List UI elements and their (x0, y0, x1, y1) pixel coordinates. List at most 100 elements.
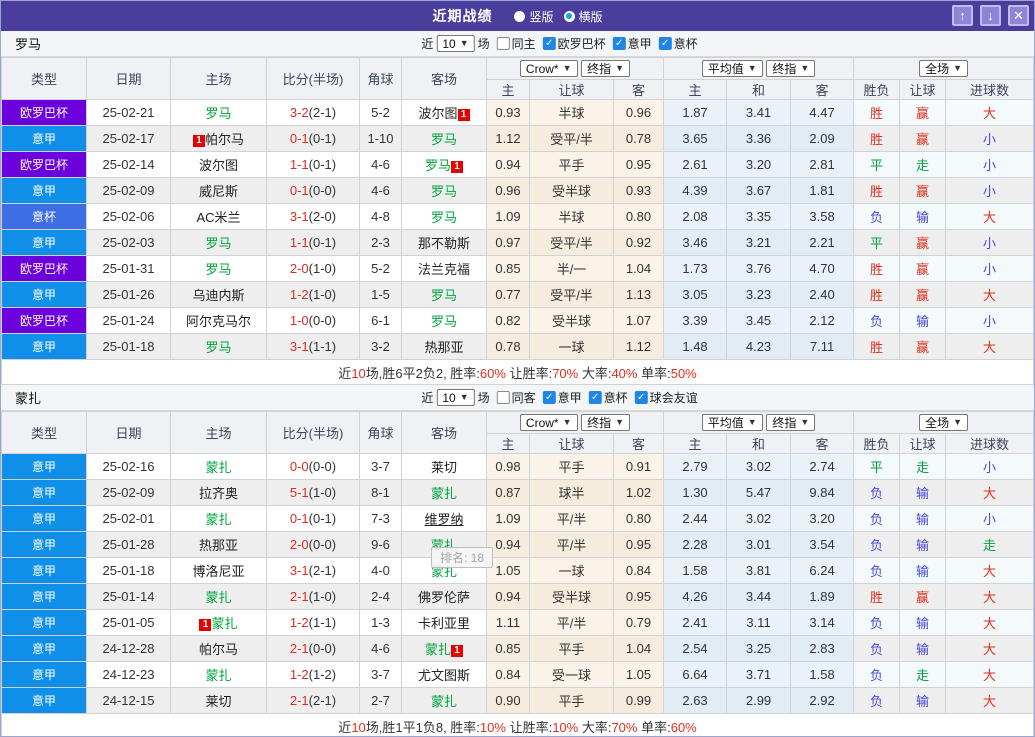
avg-source-select[interactable]: 平均值 ▼ (701, 414, 763, 431)
avg-home: 1.87 (663, 99, 728, 126)
summary-value: 10% (552, 719, 579, 735)
result-handicap: 赢 (899, 281, 947, 308)
match-row: 意甲 24-12-28 帕尔马 2-1(0-0) 4-6 蒙扎 1 0.85 平手 1.04 2.5… (1, 635, 1034, 662)
fulltime-score: 0-1 (289, 131, 309, 146)
odds-handicap: 受半球 (529, 177, 614, 204)
layout-vertical-radio[interactable]: 竖版 (514, 8, 554, 25)
corner-count: 6-1 (359, 307, 402, 334)
match-count-select[interactable]: 10 ▼ (436, 35, 475, 52)
odds-source-select[interactable]: Crow* ▼ (519, 60, 578, 78)
column-header: 日期 (86, 411, 171, 454)
league-checkbox-2[interactable]: ✓ 意杯 (588, 389, 628, 406)
home-team-name: 帕尔马 (198, 642, 238, 657)
avg-home: 3.39 (663, 307, 728, 334)
match-date: 25-01-18 (86, 557, 171, 584)
home-team-cell: 罗马 (170, 255, 267, 282)
league-badge: 欧罗巴杯 (1, 151, 87, 178)
match-row: 意甲 25-02-03 罗马 1-1(0-1) 2-3 那不勒斯 0.97 受平/半 0.92 3… (1, 229, 1034, 256)
odds-stage-select[interactable]: 终指 ▼ (581, 59, 631, 77)
corner-count: 4-6 (359, 177, 402, 204)
move-down-button[interactable]: ↓ (980, 5, 1001, 26)
avg-draw: 3.25 (726, 635, 792, 662)
same-venue-checkbox[interactable]: 同客 (496, 389, 536, 406)
score-cell: 5-1(1-0) (266, 479, 360, 506)
odds-stage-select[interactable]: 终指 ▼ (581, 413, 631, 431)
away-team-name[interactable]: 维罗纳 (424, 512, 463, 527)
odds-home: 0.98 (486, 453, 530, 480)
avg-home: 2.08 (663, 203, 728, 230)
radio-vertical-label: 竖版 (529, 9, 554, 24)
score-cell: 2-1(2-1) (266, 687, 360, 714)
result-goals: 大 (945, 687, 1034, 714)
home-team-name: 蒙扎 (205, 512, 232, 527)
avg-source-select[interactable]: 平均值 ▼ (701, 60, 763, 77)
avg-away: 9.84 (790, 479, 855, 506)
halftime-score: (0-0) (308, 537, 337, 552)
league-checkbox-3[interactable]: ✓ 球会友谊 (634, 389, 698, 406)
odds-home: 0.93 (486, 99, 530, 126)
halftime-score: (1-0) (308, 287, 337, 302)
avg-stage-select[interactable]: 终指 ▼ (766, 414, 816, 431)
odds-handicap: 平手 (529, 151, 614, 178)
chevron-down-icon: ▼ (459, 392, 469, 402)
avg-home: 2.79 (663, 453, 728, 480)
odds-source-select[interactable]: Crow* ▼ (519, 414, 578, 432)
avg-home: 1.58 (663, 557, 728, 584)
score-cell: 1-1(0-1) (266, 229, 360, 256)
home-team-name: 热那亚 (198, 538, 238, 553)
chevron-down-icon: ▼ (953, 63, 963, 73)
corner-count: 3-7 (359, 661, 402, 688)
league-checkbox-1[interactable]: ✓ 欧罗巴杯 (542, 35, 606, 52)
away-team-cell: 热那亚 (401, 333, 487, 360)
summary-text: 大率: (578, 719, 612, 735)
matches-table: 类型 日期 主场 比分(半场) 角球 客场 Crow* ▼ 终指 ▼ 平均值 ▼ 终指 ▼ 全场 ▼ 主让球… (1, 57, 1034, 385)
avg-home: 1.73 (663, 255, 728, 282)
fulltime-select[interactable]: 全场 ▼ (919, 60, 969, 77)
score-cell: 0-1(0-0) (266, 177, 360, 204)
home-team-cell: 拉齐奥 (170, 479, 267, 506)
fulltime-score: 0-1 (289, 511, 309, 526)
result-goals: 大 (945, 281, 1034, 308)
away-team-name: 波尔图 (418, 106, 458, 121)
close-button[interactable]: ✕ (1008, 5, 1029, 26)
same-venue-checkbox[interactable]: 同主 (496, 35, 536, 52)
league-checkbox-1-label: 意甲 (557, 391, 582, 405)
home-team-cell: 波尔图 (170, 151, 267, 178)
odds-handicap: 平手 (529, 635, 614, 662)
league-checkbox-1[interactable]: ✓ 意甲 (542, 389, 582, 406)
match-date: 25-01-18 (86, 333, 171, 360)
avg-home: 2.54 (663, 635, 728, 662)
odds-handicap: 受平/半 (529, 125, 614, 152)
result-winlose: 负 (853, 661, 901, 688)
home-team-name: 罗马 (205, 262, 232, 277)
league-checkbox-2[interactable]: ✓ 意甲 (612, 35, 652, 52)
home-team-name: AC米兰 (196, 210, 241, 225)
result-handicap: 输 (899, 557, 947, 584)
result-handicap: 赢 (899, 333, 947, 360)
fulltime-score: 1-2 (289, 287, 309, 302)
fulltime-select[interactable]: 全场 ▼ (919, 414, 969, 431)
corner-count: 4-6 (359, 151, 402, 178)
layout-horizontal-radio[interactable]: 横版 (563, 8, 603, 25)
match-row: 意甲 25-01-05 1 蒙扎 1-2(1-1) 1-3 卡利亚里 1.11 平/半 0.79 2… (1, 609, 1034, 636)
avg-stage-select[interactable]: 终指 ▼ (766, 60, 816, 77)
home-team-cell: 蒙扎 (170, 661, 267, 688)
match-count-select[interactable]: 10 ▼ (436, 389, 475, 406)
sub-column-header: 主 (486, 433, 530, 454)
odds-handicap: 平/半 (529, 505, 614, 532)
home-team-cell: 威尼斯 (170, 177, 267, 204)
match-date: 25-01-14 (86, 583, 171, 610)
avg-group-header: 平均值 ▼ 终指 ▼ (663, 411, 855, 434)
league-checkbox-3[interactable]: ✓ 意杯 (658, 35, 698, 52)
halftime-score: (2-1) (308, 693, 337, 708)
league-badge: 意甲 (1, 661, 87, 688)
move-up-button[interactable]: ↑ (952, 5, 973, 26)
avg-draw: 4.23 (726, 333, 792, 360)
odds-home: 0.84 (486, 661, 530, 688)
sub-column-header: 客 (612, 433, 665, 454)
result-goals: 小 (945, 307, 1034, 334)
avg-away: 2.21 (790, 229, 855, 256)
score-cell: 1-2(1-2) (266, 661, 360, 688)
fulltime-score: 0-0 (289, 459, 309, 474)
score-cell: 3-1(2-1) (266, 557, 360, 584)
